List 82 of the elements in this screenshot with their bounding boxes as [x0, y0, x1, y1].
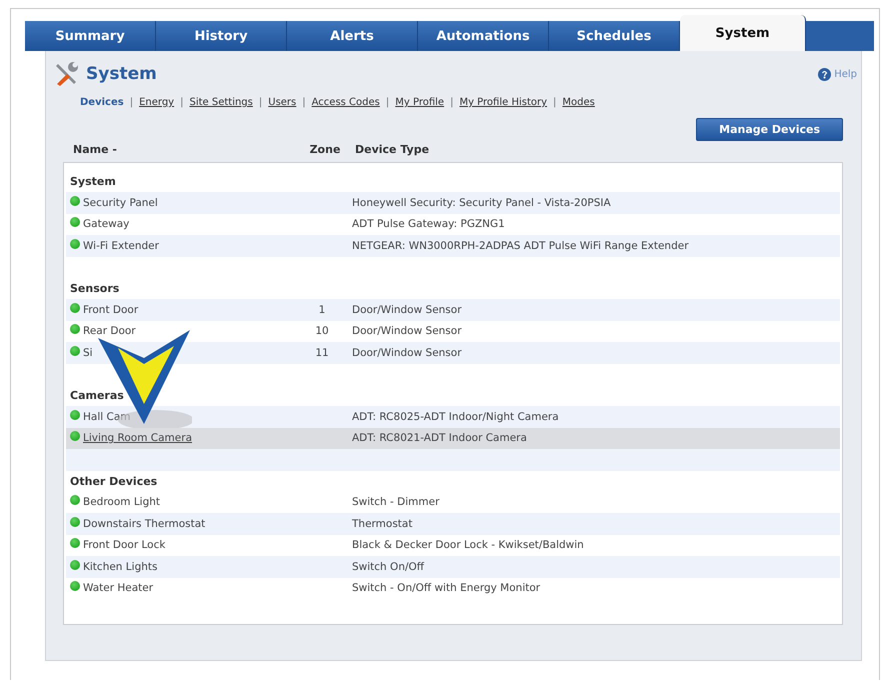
- device-name: Living Room Camera: [83, 432, 192, 444]
- device-type: Thermostat: [352, 518, 414, 530]
- zone-cell-text: 10: [314, 325, 330, 338]
- device-type: Door/Window Sensor: [352, 346, 463, 359]
- device-name: Security Panel: [83, 196, 158, 209]
- group-heading: System: [69, 174, 117, 190]
- group-heading: Sensors: [69, 281, 120, 297]
- separator: |: [553, 97, 556, 108]
- separator: |: [302, 97, 306, 108]
- device-type: Honeywell Security: Security Panel - Vista-20PSIA: [352, 196, 612, 209]
- separator: |: [130, 97, 134, 108]
- column-header[interactable]: Name -: [73, 143, 295, 156]
- group-heading: Cameras: [69, 388, 125, 404]
- device-name: Front Door Lock: [83, 539, 166, 552]
- device-name: Gateway: [83, 218, 130, 230]
- device-type: Door/Window Sensor: [352, 304, 463, 316]
- device-row[interactable]: Si 11 Door/Window Sensor: [66, 342, 840, 364]
- status-dot: [70, 538, 80, 548]
- device-type: Switch - Dimmer: [352, 496, 440, 508]
- device-type: NETGEAR: WN3000RPH-2ADPAS ADT Pulse WiFi Range Extender: [352, 240, 690, 252]
- device-name: Wi-Fi Extender: [83, 240, 159, 252]
- device-name: Si: [83, 346, 93, 359]
- tab[interactable]: System: [680, 15, 806, 51]
- device-type: ADT Pulse Gateway: PGZNG1: [352, 218, 506, 230]
- device-name: Bedroom Light: [83, 496, 160, 508]
- status-dot: [70, 217, 80, 228]
- status-dot: [70, 196, 80, 206]
- subnav-link[interactable]: Modes: [562, 97, 595, 108]
- subnav-link[interactable]: Site Settings: [189, 97, 253, 108]
- device-type: Switch - On/Off with Energy Monitor: [352, 582, 542, 594]
- zone-cell-text: 1: [318, 304, 326, 316]
- device-row[interactable]: Security Panel Honeywell Security: Security Panel - Vista-20PSIA: [66, 192, 840, 214]
- tab[interactable]: Schedules: [549, 21, 680, 51]
- subnav-link[interactable]: Users: [268, 97, 296, 108]
- device-row[interactable]: Front Door 1 Door/Window Sensor: [66, 299, 840, 320]
- device-row[interactable]: Downstairs Thermostat Thermostat: [66, 513, 840, 534]
- status-dot: [70, 346, 80, 356]
- separator: |: [386, 97, 390, 108]
- manage-devices-button[interactable]: Manage Devices: [696, 118, 843, 141]
- separator: |: [258, 97, 262, 108]
- device-name: Water Heater: [83, 582, 154, 594]
- separator: |: [450, 97, 454, 108]
- device-type: Door/Window Sensor: [352, 325, 463, 338]
- device-name: Hall Cam: [83, 410, 130, 423]
- column-header: Zone: [308, 143, 342, 156]
- zone-cell-text: 11: [314, 346, 330, 359]
- subnav-link[interactable]: My Profile History: [459, 97, 548, 108]
- status-dot: [70, 324, 80, 334]
- device-row[interactable]: Kitchen Lights Switch On/Off: [66, 556, 840, 578]
- tab[interactable]: Alerts: [287, 21, 418, 51]
- device-name: Rear Door: [83, 325, 136, 338]
- subnav-link[interactable]: Energy: [139, 97, 174, 108]
- help-icon: [818, 68, 832, 80]
- device-type: ADT: RC8025-ADT Indoor/Night Camera: [352, 410, 560, 423]
- tools-icon: [54, 61, 80, 87]
- subnav-link[interactable]: Access Codes: [312, 97, 380, 108]
- separator: |: [180, 97, 184, 108]
- status-dot: [70, 431, 80, 442]
- device-row[interactable]: Living Room Camera ADT: RC8021-ADT Indoor Camera: [66, 428, 840, 449]
- tab[interactable]: History: [156, 21, 287, 51]
- subnav-link[interactable]: Devices: [80, 97, 124, 108]
- device-row[interactable]: Wi-Fi Extender NETGEAR: WN3000RPH-2ADPAS ADT Pulse WiFi Range Extender: [66, 235, 840, 256]
- status-dot: [70, 410, 80, 420]
- device-type: Black & Decker Door Lock - Kwikset/Baldwin: [352, 539, 585, 552]
- group-heading: Other Devices: [69, 474, 158, 490]
- subnav-link[interactable]: My Profile: [395, 97, 444, 108]
- device-type: Switch On/Off: [352, 560, 426, 573]
- device-name: Kitchen Lights: [83, 560, 158, 573]
- page-title: System: [86, 64, 157, 84]
- status-dot: [70, 560, 80, 570]
- status-dot: [70, 495, 80, 506]
- status-dot: [70, 302, 80, 313]
- status-dot: [70, 516, 80, 527]
- tab[interactable]: Automations: [418, 21, 549, 51]
- status-dot: [70, 238, 80, 249]
- tab[interactable]: Summary: [25, 21, 156, 51]
- device-type: ADT: RC8021-ADT Indoor Camera: [352, 432, 528, 444]
- device-name: Downstairs Thermostat: [83, 518, 206, 530]
- device-name: Front Door: [83, 304, 138, 316]
- status-dot: [70, 581, 80, 592]
- device-row[interactable]: Hall Cam ADT: RC8025-ADT Indoor/Night Camera: [66, 406, 840, 428]
- column-header: Device Type: [355, 143, 430, 156]
